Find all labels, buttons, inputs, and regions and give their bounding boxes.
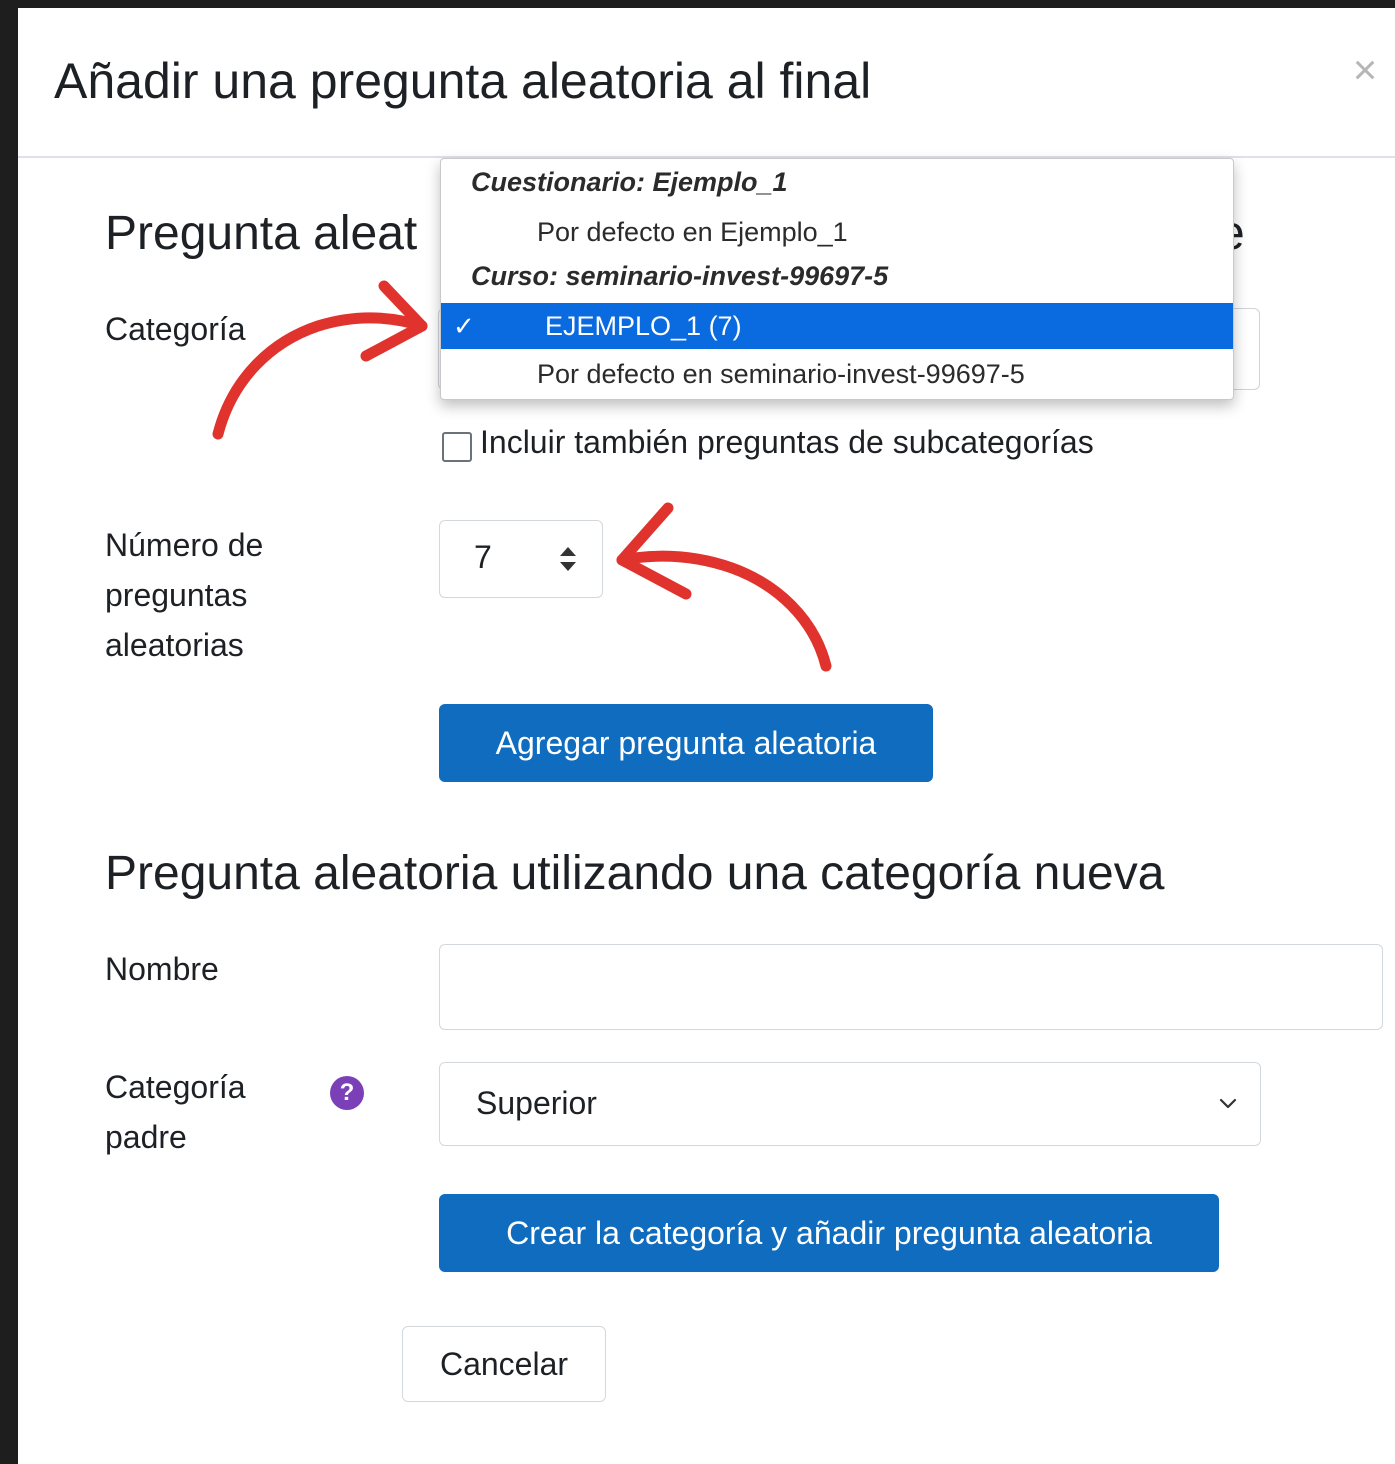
annotation-arrows <box>212 280 832 672</box>
arrow-to-number-icon <box>616 502 832 672</box>
arrow-to-dropdown-icon <box>212 280 428 440</box>
modal-dialog: Añadir una pregunta aleatoria al final ×… <box>18 8 1395 1464</box>
